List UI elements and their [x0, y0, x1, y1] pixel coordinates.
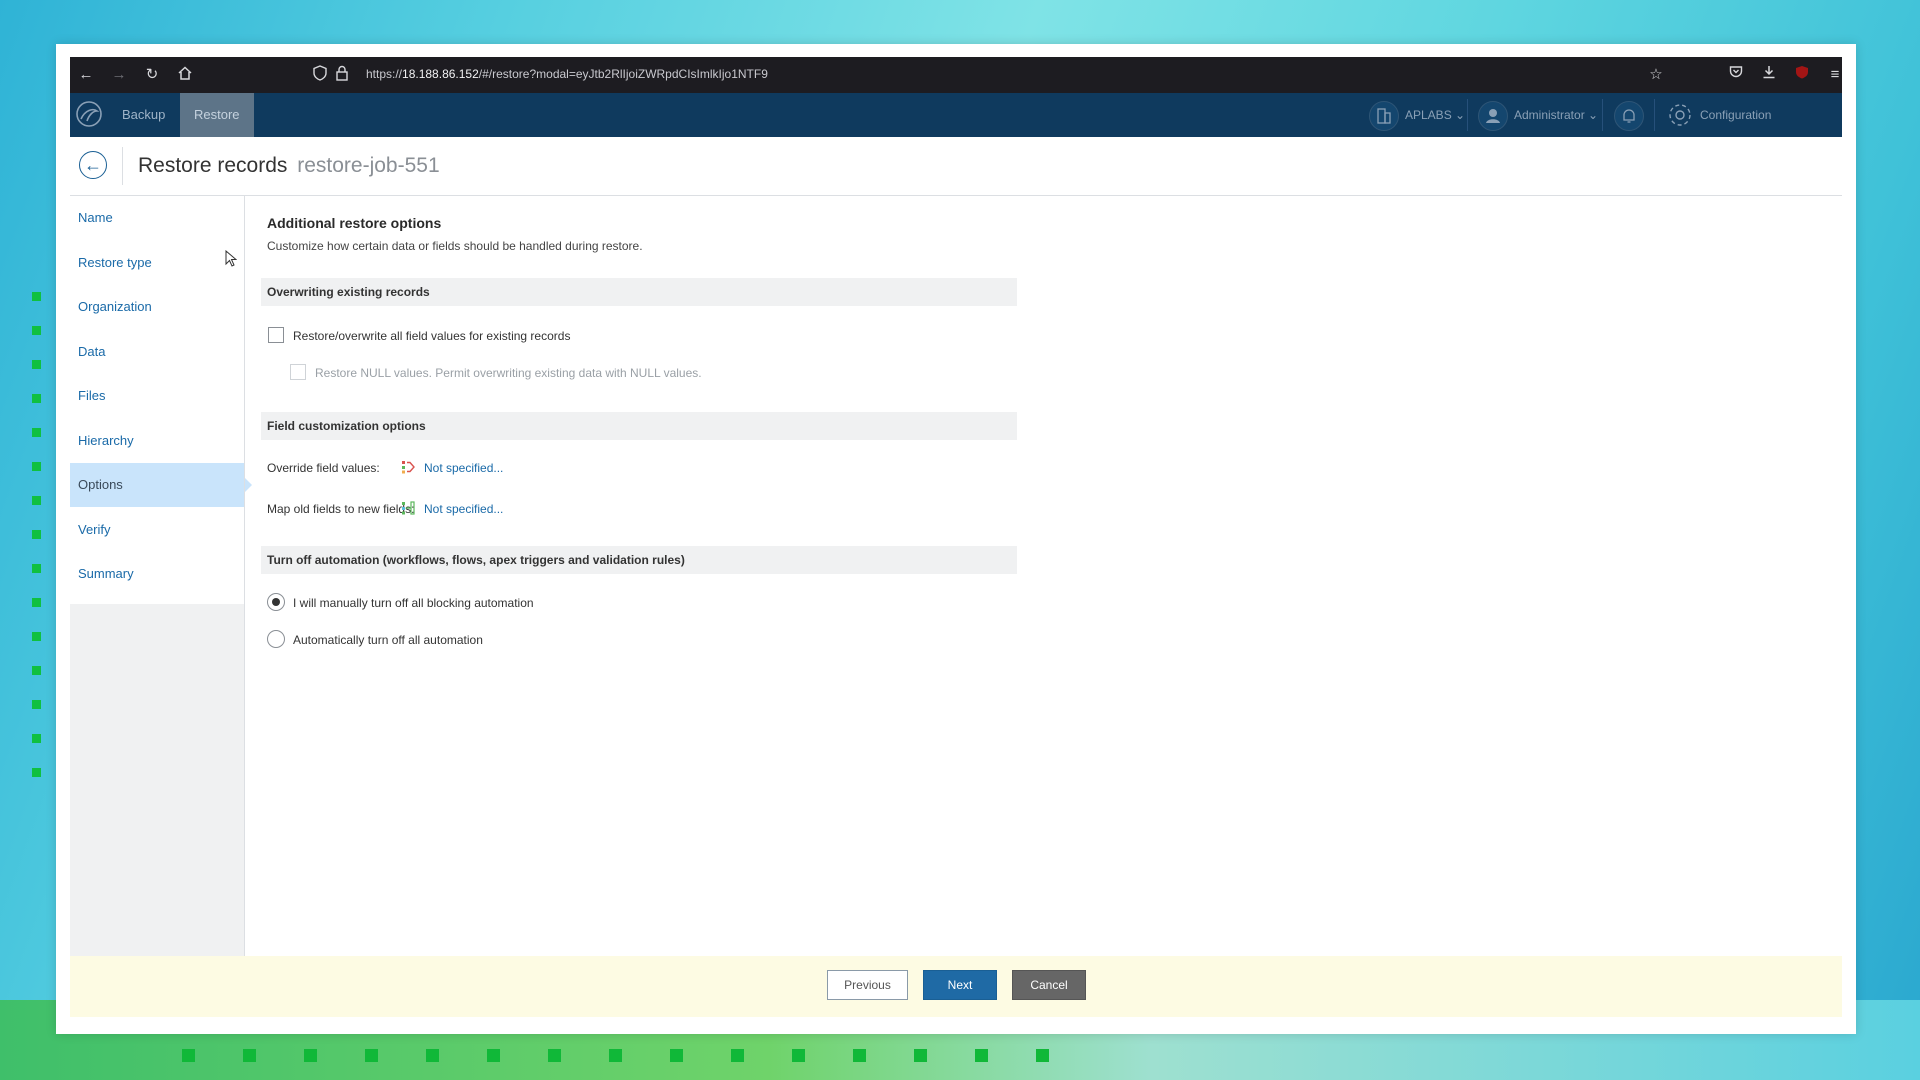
forward-arrow-icon[interactable]: →: [109, 65, 129, 85]
page-title-bar: ← Restore records restore-job-551: [70, 137, 1842, 196]
map-fields-label: Map old fields to new fields:: [267, 502, 415, 516]
nav-tab-restore[interactable]: Restore: [180, 93, 254, 137]
reload-icon[interactable]: ↻: [142, 65, 162, 85]
address-bar[interactable]: https://18.188.86.152/#/restore?modal=ey…: [308, 62, 1668, 88]
ublock-extension-icon[interactable]: [1792, 65, 1812, 85]
lock-icon[interactable]: [332, 65, 352, 85]
step-options[interactable]: Options: [70, 463, 252, 507]
back-arrow-icon[interactable]: ←: [76, 65, 96, 85]
override-field-values-link[interactable]: Not specified...: [424, 461, 503, 475]
chevron-down-icon: ⌄: [1588, 108, 1599, 122]
cancel-button[interactable]: Cancel: [1012, 970, 1086, 1000]
section-description: Customize how certain data or fields sho…: [267, 239, 643, 253]
user-avatar-icon[interactable]: [1478, 101, 1508, 131]
page-title: Restore records restore-job-551: [138, 154, 440, 177]
step-data[interactable]: Data: [70, 330, 244, 374]
app-header: Backup Restore APLABS ⌄ Administrator ⌄ …: [70, 93, 1842, 137]
decorative-dots-bottom: [182, 1049, 1082, 1063]
manual-automation-radio[interactable]: [267, 593, 285, 611]
section-heading: Additional restore options: [267, 215, 442, 231]
sidebar-empty-area: [70, 604, 244, 956]
auto-automation-radio[interactable]: [267, 630, 285, 648]
menu-icon[interactable]: ≡: [1825, 65, 1842, 85]
bookmark-star-icon[interactable]: ☆: [1646, 65, 1666, 85]
header-divider: [1467, 99, 1468, 131]
options-panel: Additional restore options Customize how…: [245, 196, 1842, 956]
home-icon[interactable]: [175, 65, 195, 85]
overwrite-all-checkbox[interactable]: [268, 327, 284, 343]
job-name: restore-job-551: [297, 154, 440, 177]
step-restore-type[interactable]: Restore type: [70, 241, 244, 285]
wizard-steps: Name Restore type Organization Data File…: [70, 196, 252, 604]
decorative-dots-left: [32, 292, 42, 792]
step-organization[interactable]: Organization: [70, 285, 244, 329]
previous-button[interactable]: Previous: [827, 970, 908, 1000]
header-divider: [1602, 99, 1603, 131]
shield-icon[interactable]: [310, 65, 330, 85]
restore-null-label: Restore NULL values. Permit overwriting …: [315, 366, 702, 380]
manual-automation-label[interactable]: I will manually turn off all blocking au…: [293, 596, 534, 610]
back-circle-icon[interactable]: ←: [79, 151, 107, 179]
mouse-cursor-icon: [225, 250, 237, 267]
step-summary[interactable]: Summary: [70, 552, 244, 596]
field-customization-section-header: Field customization options: [261, 412, 1017, 440]
notification-bell-icon[interactable]: [1614, 101, 1644, 131]
browser-window: ← → ↻ https://18.188.86.152/#/restore?mo…: [70, 57, 1842, 1017]
step-verify[interactable]: Verify: [70, 508, 244, 552]
organization-selector[interactable]: APLABS ⌄: [1405, 93, 1465, 137]
field-mapping-icon: [401, 460, 415, 474]
wizard-footer: Previous Next Cancel: [70, 956, 1842, 1017]
user-menu[interactable]: Administrator ⌄: [1514, 93, 1598, 137]
gear-icon[interactable]: [1666, 101, 1694, 129]
browser-toolbar: ← → ↻ https://18.188.86.152/#/restore?mo…: [70, 57, 1842, 93]
next-button[interactable]: Next: [923, 970, 997, 1000]
app-logo-icon[interactable]: [74, 99, 104, 129]
configuration-link[interactable]: Configuration: [1700, 93, 1771, 137]
header-divider: [1654, 99, 1655, 131]
organization-icon[interactable]: [1369, 101, 1399, 131]
download-icon[interactable]: [1759, 65, 1779, 85]
title-divider: [122, 147, 123, 185]
step-hierarchy[interactable]: Hierarchy: [70, 419, 244, 463]
overwrite-all-label[interactable]: Restore/overwrite all field values for e…: [293, 329, 570, 343]
nav-tab-backup[interactable]: Backup: [108, 93, 179, 137]
map-fields-icon: [401, 501, 415, 515]
restore-null-checkbox[interactable]: [290, 364, 306, 380]
step-files[interactable]: Files: [70, 374, 244, 418]
chevron-down-icon: ⌄: [1455, 108, 1466, 122]
screen-frame: ← → ↻ https://18.188.86.152/#/restore?mo…: [56, 44, 1856, 1034]
pocket-icon[interactable]: [1726, 65, 1746, 85]
map-fields-link[interactable]: Not specified...: [424, 502, 503, 516]
auto-automation-label[interactable]: Automatically turn off all automation: [293, 633, 483, 647]
overwrite-section-header: Overwriting existing records: [261, 278, 1017, 306]
automation-section-header: Turn off automation (workflows, flows, a…: [261, 546, 1017, 574]
url-text: https://18.188.86.152/#/restore?modal=ey…: [366, 67, 768, 81]
override-field-values-label: Override field values:: [267, 461, 380, 475]
step-name[interactable]: Name: [70, 196, 244, 240]
